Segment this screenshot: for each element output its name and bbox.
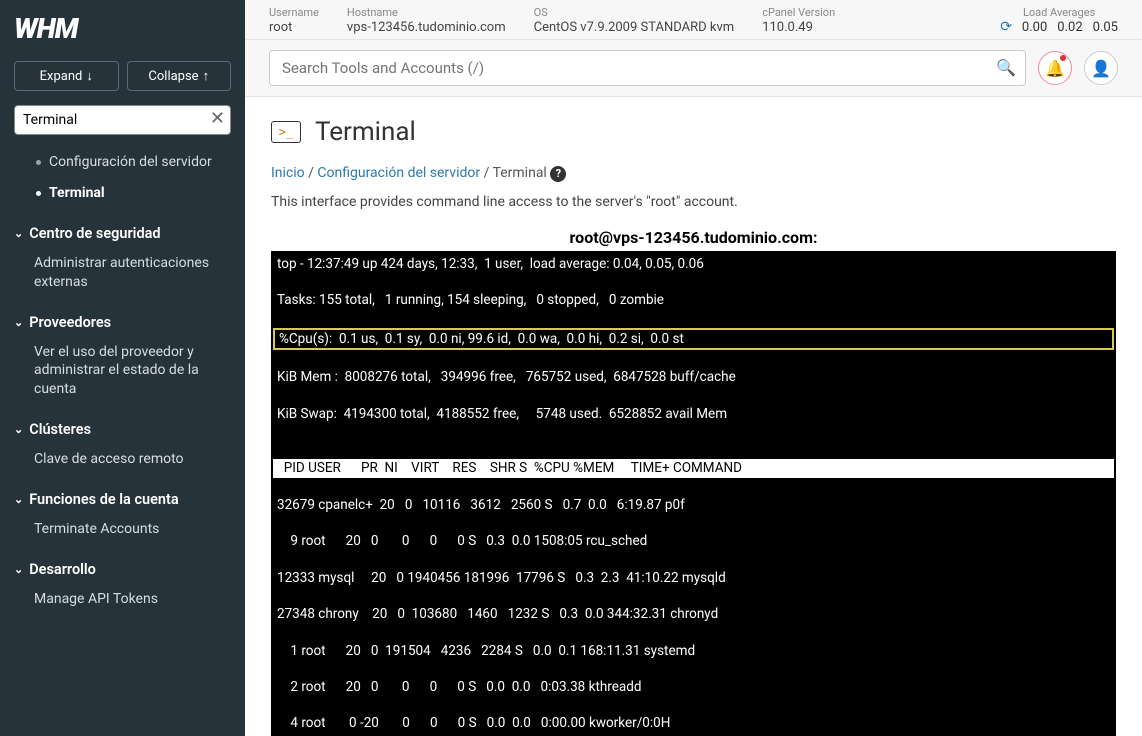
- collapse-button[interactable]: Collapse ↑: [127, 61, 232, 91]
- help-icon[interactable]: ?: [550, 166, 566, 182]
- main: Usernameroot Hostnamevps-123456.tudomini…: [245, 0, 1142, 736]
- sidebar-search-input[interactable]: [14, 105, 231, 135]
- search-icon[interactable]: 🔍: [996, 58, 1016, 77]
- arrow-down-icon: ↓: [86, 68, 93, 84]
- load-2: 0.02: [1057, 20, 1082, 35]
- arrow-up-icon: ↑: [203, 68, 210, 84]
- nav-group-head[interactable]: ⌄Proveedores: [14, 308, 231, 337]
- cpanel-label: cPanel Version: [762, 6, 835, 19]
- nav-group-head[interactable]: ⌄Clústeres: [14, 415, 231, 444]
- chevron-down-icon: ⌄: [14, 493, 23, 506]
- sidebar: WHM Expand ↓ Collapse ↑ ✕ Configuración …: [0, 0, 245, 736]
- cpanel-value: 110.0.49: [762, 20, 835, 35]
- chevron-down-icon: ⌄: [14, 227, 23, 240]
- nav-group-head[interactable]: ⌄Centro de seguridad: [14, 219, 231, 248]
- topbar: Usernameroot Hostnamevps-123456.tudomini…: [245, 0, 1142, 40]
- hostname-label: Hostname: [347, 6, 506, 19]
- load-1: 0.00: [1022, 20, 1047, 35]
- global-search-input[interactable]: [269, 50, 1026, 86]
- crumb-mid[interactable]: Configuración del servidor: [317, 165, 480, 181]
- username-label: Username: [269, 6, 319, 19]
- sidebar-item[interactable]: Configuración del servidor: [14, 147, 231, 178]
- sidebar-item[interactable]: Terminate Accounts: [14, 514, 231, 545]
- os-label: OS: [534, 6, 735, 19]
- terminal-host: root@vps-123456.tudominio.com:: [271, 228, 1116, 247]
- nav-group-head[interactable]: ⌄Desarrollo: [14, 555, 231, 584]
- clear-icon[interactable]: ✕: [210, 110, 225, 128]
- terminal-icon: >_: [271, 121, 301, 143]
- hostname-value: vps-123456.tudominio.com: [347, 20, 506, 35]
- sidebar-item[interactable]: Ver el uso del proveedor y administrar e…: [14, 337, 231, 406]
- sidebar-item[interactable]: Clave de acceso remoto: [14, 444, 231, 475]
- notifications-button[interactable]: 🔔: [1038, 51, 1072, 85]
- expand-button[interactable]: Expand ↓: [14, 61, 119, 91]
- refresh-icon[interactable]: ⟳: [1000, 19, 1012, 35]
- nav-group-head[interactable]: ⌄Funciones de la cuenta: [14, 485, 231, 514]
- user-button[interactable]: 👤: [1084, 51, 1118, 85]
- terminal-output[interactable]: top - 12:37:49 up 424 days, 12:33, 1 use…: [271, 251, 1116, 736]
- load-3: 0.05: [1093, 20, 1118, 35]
- sidebar-item[interactable]: Administrar autenticaciones externas: [14, 248, 231, 298]
- chevron-down-icon: ⌄: [14, 563, 23, 576]
- sidebar-item[interactable]: Terminal: [14, 178, 231, 209]
- crumb-last: Terminal: [493, 165, 547, 181]
- logo: WHM: [14, 12, 231, 45]
- username-value: root: [269, 20, 319, 35]
- nav: Configuración del servidorTerminal ⌄Centr…: [14, 147, 231, 724]
- chevron-down-icon: ⌄: [14, 423, 23, 436]
- page-title: Terminal: [315, 117, 416, 147]
- sidebar-item[interactable]: Manage API Tokens: [14, 584, 231, 615]
- load-label: Load Averages: [1000, 6, 1118, 19]
- chevron-down-icon: ⌄: [14, 316, 23, 329]
- crumb-home[interactable]: Inicio: [271, 165, 305, 181]
- os-value: CentOS v7.9.2009 STANDARD kvm: [534, 20, 735, 35]
- page-description: This interface provides command line acc…: [271, 194, 1116, 210]
- breadcrumb: Inicio / Configuración del servidor / Te…: [271, 165, 1116, 182]
